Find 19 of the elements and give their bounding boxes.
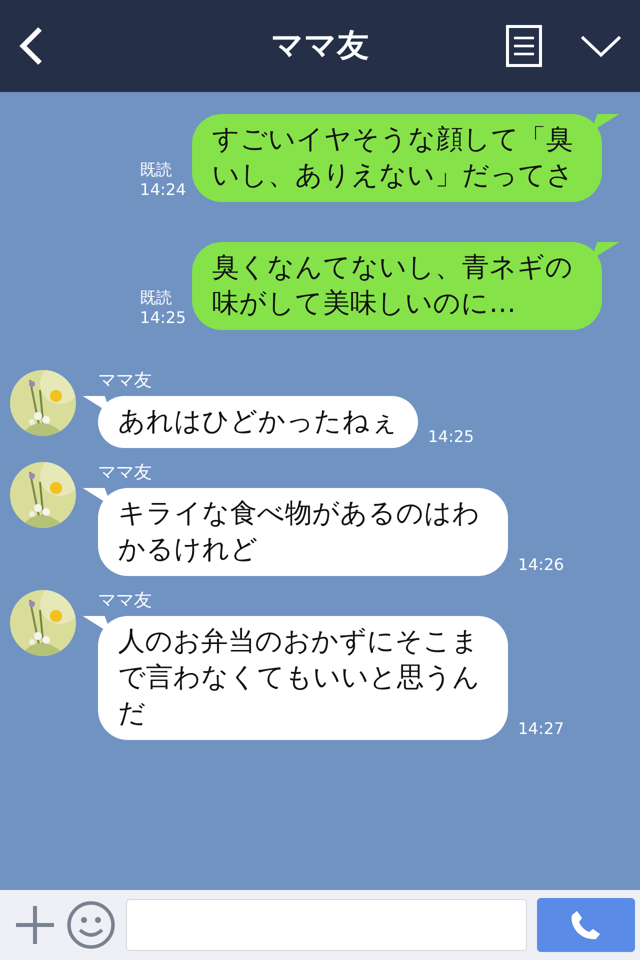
back-icon[interactable] [18, 26, 44, 66]
call-button[interactable] [537, 898, 635, 952]
chat-title: ママ友 [271, 26, 369, 64]
sender-name: ママ友 [98, 590, 152, 612]
list-icon[interactable] [506, 25, 542, 67]
plus-icon[interactable] [14, 904, 56, 946]
read-receipt: 既読 [140, 160, 173, 180]
emoji-icon[interactable] [66, 900, 116, 950]
message-input[interactable] [126, 899, 527, 951]
message-time: 14:26 [518, 555, 564, 574]
sender-name: ママ友 [98, 462, 152, 484]
chevron-down-icon[interactable] [580, 34, 622, 58]
message-time: 14:25 [428, 427, 474, 446]
read-receipt: 既読 [140, 288, 173, 308]
message-time: 14:24 [140, 180, 186, 200]
sender-name: ママ友 [98, 370, 152, 392]
phone-icon [569, 908, 603, 942]
message-time: 14:27 [518, 719, 564, 738]
message-time: 14:25 [140, 308, 186, 328]
